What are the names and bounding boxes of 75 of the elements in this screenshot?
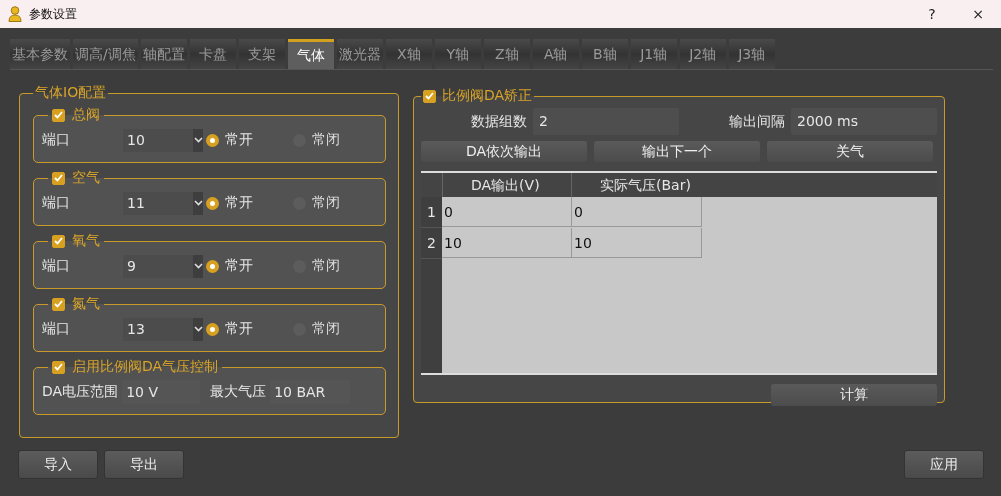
action-button[interactable]: 输出下一个 <box>594 141 760 162</box>
help-button[interactable]: ? <box>909 6 955 22</box>
group-title: 氮气 <box>72 295 100 313</box>
radio-button[interactable] <box>206 133 219 147</box>
radio-button[interactable] <box>206 259 219 273</box>
table-cell[interactable]: 0 <box>572 197 702 227</box>
import-export-button[interactable]: 导出 <box>104 450 184 479</box>
field-label: 数据组数 <box>470 112 527 131</box>
field-label: DA电压范围 <box>42 383 119 401</box>
chevron-down-icon <box>193 317 203 341</box>
tab[interactable]: J2轴 <box>679 39 726 69</box>
radio-button[interactable] <box>206 322 219 336</box>
value-field[interactable]: 2 <box>533 108 679 135</box>
checkbox[interactable] <box>52 108 65 122</box>
radio-button[interactable] <box>206 196 219 210</box>
radio-label: 常闭 <box>312 320 340 338</box>
radio-label: 常开 <box>225 257 253 275</box>
calculate-button[interactable]: 计算 <box>771 384 937 406</box>
tab[interactable]: 激光器 <box>336 39 383 69</box>
tab[interactable]: B轴 <box>581 39 628 69</box>
row-header: 1 <box>421 197 442 228</box>
field-label: 最大气压 <box>210 383 267 401</box>
field-label: 端口 <box>42 194 71 212</box>
tab[interactable]: X轴 <box>385 39 432 69</box>
chevron-down-icon <box>193 191 203 215</box>
tab[interactable]: A轴 <box>532 39 579 69</box>
tab[interactable]: 卡盘 <box>189 39 236 69</box>
group-title: 空气 <box>72 169 100 187</box>
checkbox[interactable] <box>52 171 65 185</box>
radio-label: 常开 <box>225 131 253 149</box>
radio-label: 常闭 <box>312 131 340 149</box>
apply-button[interactable]: 应用 <box>904 450 984 479</box>
group-title: 气体IO配置 <box>35 84 107 102</box>
tab[interactable]: Y轴 <box>434 39 481 69</box>
tab[interactable]: Z轴 <box>483 39 530 69</box>
group-title: 氧气 <box>72 232 100 250</box>
port-dropdown[interactable]: 11 <box>123 191 203 215</box>
tab[interactable]: 支架 <box>238 39 285 69</box>
checkbox[interactable] <box>423 89 436 103</box>
radio-label: 常闭 <box>312 194 340 212</box>
tab[interactable]: J1轴 <box>630 39 677 69</box>
tab[interactable]: 气体 <box>287 39 334 69</box>
user-icon <box>8 6 22 22</box>
action-button[interactable]: 关气 <box>767 141 933 162</box>
group-title: 比例阀DA矫正 <box>442 87 533 105</box>
tab[interactable]: J3轴 <box>728 39 775 69</box>
tab[interactable]: 调高/调焦 <box>73 39 138 69</box>
radio-label: 常闭 <box>312 257 340 275</box>
checkbox[interactable] <box>52 234 65 248</box>
radio-label: 常开 <box>225 320 253 338</box>
window-title: 参数设置 <box>29 5 77 23</box>
checkbox[interactable] <box>52 360 65 374</box>
action-button[interactable]: DA依次输出 <box>421 141 587 162</box>
value-field[interactable]: 2000 ms <box>791 108 937 135</box>
table-cell[interactable]: 10 <box>442 228 572 258</box>
tab[interactable]: 基本参数 <box>10 39 70 69</box>
port-dropdown[interactable]: 13 <box>123 317 203 341</box>
row-header: 2 <box>421 228 442 259</box>
tab[interactable]: 轴配置 <box>140 39 187 69</box>
table-cell[interactable]: 10 <box>572 228 702 258</box>
import-export-button[interactable]: 导入 <box>18 450 98 479</box>
field-label: 端口 <box>42 131 71 149</box>
port-dropdown[interactable]: 9 <box>123 254 203 278</box>
port-dropdown[interactable]: 10 <box>123 128 203 152</box>
group-title: 启用比例阀DA气压控制 <box>72 358 219 376</box>
field-label: 输出间隔 <box>728 112 785 131</box>
chevron-down-icon <box>193 254 203 278</box>
radio-label: 常开 <box>225 194 253 212</box>
field-label: 端口 <box>42 257 71 275</box>
close-button[interactable]: × <box>955 6 1001 22</box>
field-label: 端口 <box>42 320 71 338</box>
chevron-down-icon <box>193 128 203 152</box>
group-title: 总阀 <box>72 106 100 124</box>
table-cell[interactable]: 0 <box>442 197 572 227</box>
checkbox[interactable] <box>52 297 65 311</box>
